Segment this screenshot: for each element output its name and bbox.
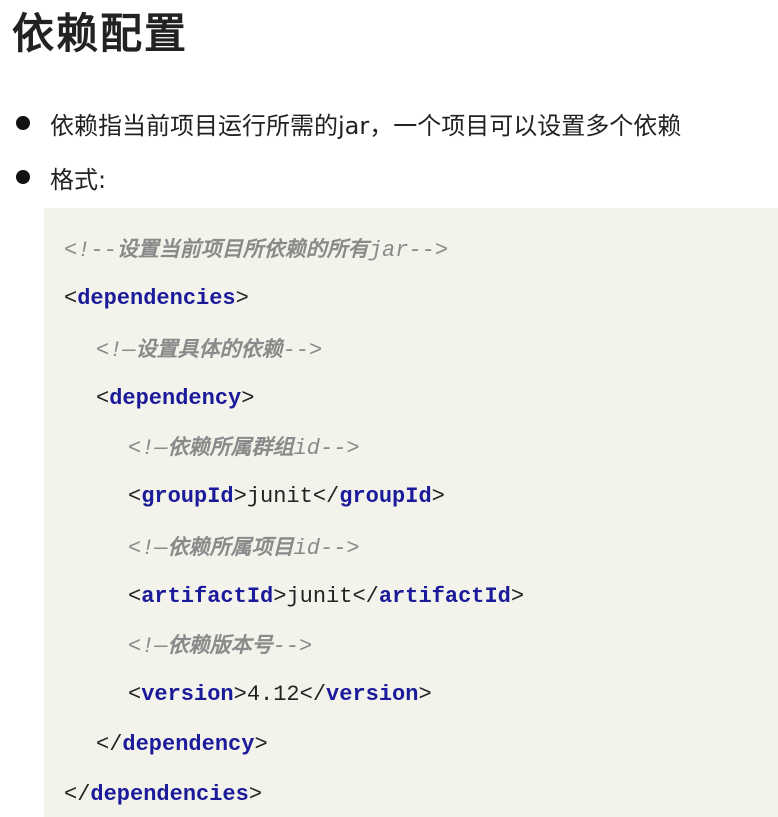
tag-name: dependency bbox=[109, 386, 242, 411]
tag-name: dependency bbox=[122, 732, 255, 757]
code-comment-group: <!—依赖所属群组id--> bbox=[44, 430, 360, 464]
code-comment-all-deps: <!--设置当前项目所依赖的所有jar--> bbox=[44, 232, 448, 266]
groupId-value: junit bbox=[246, 484, 313, 509]
tag-name: artifactId bbox=[141, 584, 274, 609]
comment-open: <!— bbox=[128, 436, 168, 461]
slide: 依赖配置 依赖指当前项目运行所需的jar，一个项目可以设置多个依赖 格式: <!… bbox=[0, 0, 778, 817]
code-close-dependency: </dependency> bbox=[96, 732, 268, 757]
comment-text: 设置当前项目所依赖的所有 bbox=[116, 237, 369, 261]
bullet-text-format: 格式: bbox=[50, 165, 107, 194]
bullet-dot-icon bbox=[16, 116, 30, 130]
bullet-text-description: 依赖指当前项目运行所需的jar，一个项目可以设置多个依赖 bbox=[50, 111, 682, 140]
comment-text: 依赖版本号 bbox=[167, 633, 273, 657]
tag-name: groupId bbox=[141, 484, 234, 509]
version-value: 4.12 bbox=[246, 682, 300, 707]
bullet-list: 依赖指当前项目运行所需的jar，一个项目可以设置多个依赖 格式: bbox=[16, 104, 776, 212]
comment-close: --> bbox=[282, 338, 323, 363]
code-open-dependency: <dependency> bbox=[96, 386, 255, 411]
comment-suffix: id--> bbox=[293, 536, 360, 561]
comment-tail: jar--> bbox=[368, 238, 449, 263]
comment-close: --> bbox=[272, 634, 313, 659]
tag-name: artifactId bbox=[378, 584, 511, 609]
tag-name: dependencies bbox=[77, 286, 236, 311]
bullet-dot-icon bbox=[16, 170, 30, 184]
comment-text: 设置具体的依赖 bbox=[135, 337, 283, 361]
code-artifactId: <artifactId>junit</artifactId> bbox=[128, 584, 525, 609]
page-title: 依赖配置 bbox=[12, 9, 189, 58]
tag-name: groupId bbox=[339, 484, 432, 509]
code-open-dependencies: <dependencies> bbox=[64, 286, 249, 311]
code-groupId: <groupId>junit</groupId> bbox=[128, 484, 445, 509]
comment-suffix: id--> bbox=[293, 436, 360, 461]
code-block: <!--设置当前项目所依赖的所有jar--> <dependencies> <!… bbox=[44, 208, 778, 817]
bullet-item-format: 格式: bbox=[16, 158, 776, 196]
artifactId-value: junit bbox=[286, 584, 353, 609]
bullet-item-description: 依赖指当前项目运行所需的jar，一个项目可以设置多个依赖 bbox=[16, 104, 776, 142]
comment-open: <!— bbox=[96, 338, 136, 363]
tag-name: version bbox=[141, 682, 234, 707]
comment-text: 依赖所属项目 bbox=[167, 535, 294, 559]
comment-open: <!— bbox=[128, 634, 168, 659]
tag-name: dependencies bbox=[90, 782, 249, 807]
code-comment-artifact: <!—依赖所属项目id--> bbox=[44, 530, 360, 564]
comment-open: <!— bbox=[128, 536, 168, 561]
comment-open: <!-- bbox=[64, 238, 117, 263]
code-close-dependencies: </dependencies> bbox=[64, 782, 263, 807]
code-comment-version: <!—依赖版本号--> bbox=[44, 628, 312, 662]
code-comment-specific-dep: <!—设置具体的依赖--> bbox=[44, 332, 322, 366]
tag-name: version bbox=[326, 682, 419, 707]
code-version: <version>4.12</version> bbox=[128, 682, 432, 707]
comment-text: 依赖所属群组 bbox=[167, 435, 294, 459]
